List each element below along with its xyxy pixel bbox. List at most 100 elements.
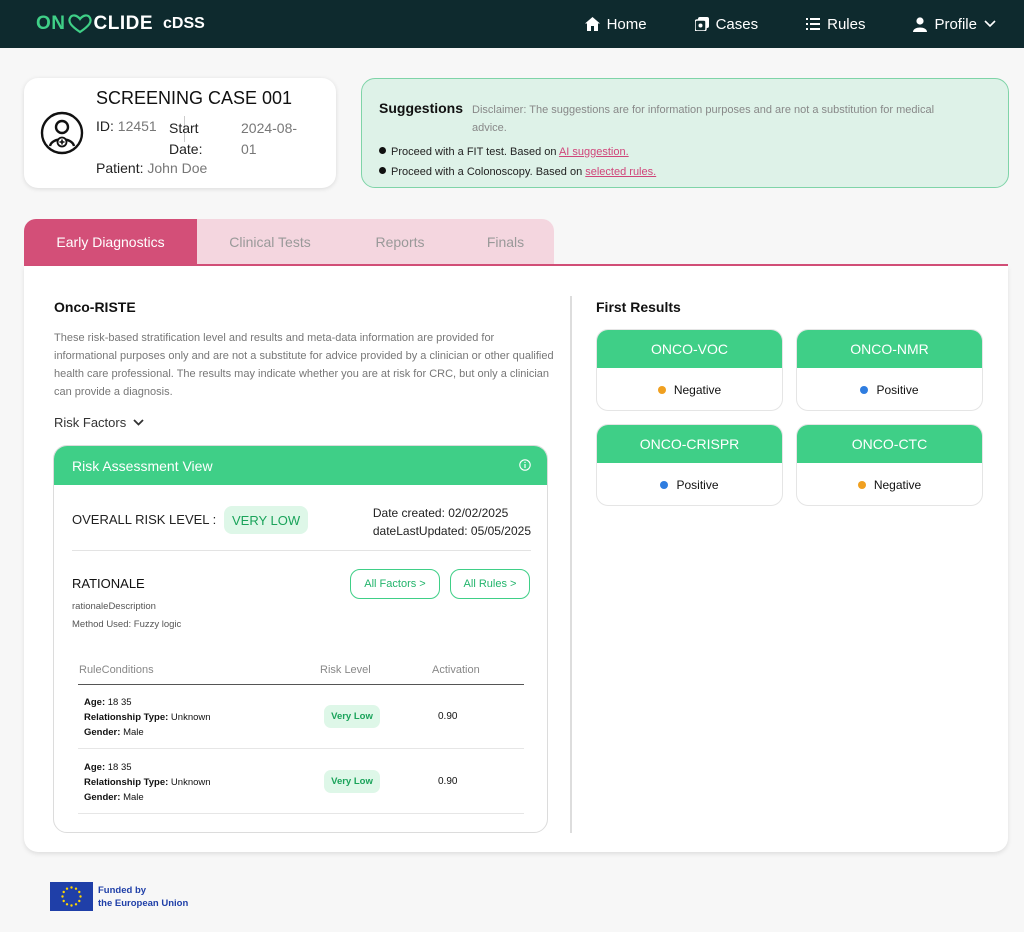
logo-text-clide: CLIDE (93, 13, 153, 34)
suggestions-title: Suggestions (379, 100, 464, 116)
nav-links: Home Cases Rules Profile (537, 0, 996, 48)
result-card-onco-nmr[interactable]: ONCO-NMR Positive (796, 329, 983, 411)
eu-flag-icon (50, 882, 93, 911)
rationale-description: rationaleDescription (72, 601, 156, 612)
nav-cases-label: Cases (715, 15, 759, 33)
chevron-down-icon (133, 419, 144, 426)
case-start-value: 2024-08- 01 (241, 118, 297, 160)
status-dot-icon (857, 481, 866, 489)
assessment-dates: Date created: 02/02/2025 dateLastUpdated… (373, 504, 531, 540)
funding-line-1: Funded by (98, 885, 147, 896)
table-row: Age: 18 35 Relationship Type: Unknown Ge… (78, 685, 524, 749)
result-body: Negative (797, 463, 982, 505)
result-name: ONCO-CRISPR (597, 425, 782, 463)
result-body: Positive (797, 368, 982, 410)
relationship-value: Unknown (168, 777, 211, 788)
start-value-1: 2024-08- (241, 120, 298, 136)
result-name: ONCO-CTC (797, 425, 982, 463)
heart-logo-icon (67, 14, 92, 34)
ai-suggestion-link[interactable]: AI suggestion. (559, 146, 629, 158)
divider (72, 550, 531, 551)
home-icon (584, 17, 600, 31)
list-icon (806, 18, 821, 30)
nav-profile[interactable]: Profile (913, 16, 996, 33)
tab-clinical-tests[interactable]: Clinical Tests (197, 219, 343, 265)
suggestion-item: Proceed with a FIT test. Based on AI sug… (379, 146, 629, 158)
risk-level-badge: Very Low (324, 770, 380, 793)
app-logo[interactable]: ON CLIDE cDSS (36, 13, 205, 35)
nav-rules[interactable]: Rules (806, 16, 865, 33)
overall-risk-badge: VERY LOW (224, 506, 309, 534)
bullet-icon (379, 167, 386, 174)
all-rules-button[interactable]: All Rules > (450, 569, 530, 599)
risk-assessment-card: Risk Assessment View OVERALL RISK LEVEL … (53, 445, 548, 833)
case-start-label: Start Date: (169, 118, 202, 160)
case-patient: Patient: John Doe (96, 160, 207, 176)
user-icon (913, 16, 928, 32)
age-value: 18 35 (105, 697, 132, 708)
age-label: Age: (84, 762, 106, 773)
relationship-label: Relationship Type: (84, 712, 169, 723)
all-factors-button[interactable]: All Factors > (350, 569, 440, 599)
risk-level-badge: Very Low (324, 705, 380, 728)
status-dot-icon (657, 386, 666, 394)
method-used: Method Used: Fuzzy logic (72, 619, 182, 630)
column-header-activation: Activation (432, 664, 480, 676)
case-card: SCREENING CASE 001 ID: 12451 Start Date:… (24, 78, 336, 188)
nav-home[interactable]: Home (584, 16, 647, 33)
chevron-down-icon (984, 20, 996, 28)
disclaimer-line-1: Disclaimer: The suggestions are for info… (472, 104, 935, 116)
start-label-1: Start (169, 120, 199, 136)
riste-title: Onco-RISTE (54, 299, 136, 315)
case-title: SCREENING CASE 001 (96, 88, 293, 108)
result-status: Positive (676, 478, 719, 492)
tab-reports[interactable]: Reports (343, 219, 457, 265)
tab-finals[interactable]: Finals (457, 219, 554, 265)
overall-risk-label: OVERALL RISK LEVEL : (72, 512, 217, 527)
product-name: cDSS (163, 15, 205, 32)
selected-rules-link[interactable]: selected rules. (585, 166, 656, 178)
activation-value: 0.90 (438, 711, 458, 722)
status-dot-icon (860, 386, 869, 394)
early-diagnostics-panel: Onco-RISTE These risk-based stratificati… (24, 266, 1008, 852)
funding-line-2: the European Union (98, 898, 189, 909)
top-nav: ON CLIDE cDSS Home Cases Rules Profile (0, 0, 1024, 48)
age-label: Age: (84, 697, 106, 708)
riste-description: These risk-based stratification level an… (54, 332, 554, 398)
risk-factors-toggle[interactable]: Risk Factors (54, 415, 144, 430)
tab-early-diagnostics[interactable]: Early Diagnostics (24, 219, 197, 265)
result-name: ONCO-NMR (797, 330, 982, 368)
suggestion-text: Proceed with a FIT test. Based on (391, 146, 559, 158)
start-label-2: Date: (169, 141, 203, 157)
result-card-onco-voc[interactable]: ONCO-VOC Negative (596, 329, 783, 411)
risk-assessment-title: Risk Assessment View (72, 457, 213, 474)
gender-value: Male (120, 792, 144, 803)
relationship-label: Relationship Type: (84, 777, 169, 788)
rule-conditions: Age: 18 35 Relationship Type: Unknown Ge… (84, 695, 211, 740)
nav-profile-label: Profile (934, 15, 977, 33)
suggestions-panel: Suggestions Disclaimer: The suggestions … (361, 78, 1009, 188)
funding-text: Funded by the European Union (98, 884, 188, 910)
rule-conditions: Age: 18 35 Relationship Type: Unknown Ge… (84, 760, 211, 805)
gender-value: Male (120, 727, 144, 738)
first-results-title: First Results (596, 299, 681, 315)
logo-text-on: ON (36, 13, 66, 34)
info-icon[interactable] (519, 459, 531, 471)
patient-avatar-icon (40, 111, 84, 155)
result-card-onco-crispr[interactable]: ONCO-CRISPR Positive (596, 424, 783, 506)
result-status: Negative (673, 383, 722, 397)
column-divider (570, 296, 572, 833)
patient-name: John Doe (147, 160, 208, 176)
relationship-value: Unknown (168, 712, 211, 723)
bullet-icon (379, 147, 386, 154)
table-row: Age: 18 35 Relationship Type: Unknown Ge… (78, 750, 524, 814)
main-tabs: Early Diagnostics Clinical Tests Reports… (24, 219, 554, 265)
column-header-rule-conditions: RuleConditions (79, 664, 154, 676)
date-last-updated: dateLastUpdated: 05/05/2025 (372, 524, 531, 538)
result-card-onco-ctc[interactable]: ONCO-CTC Negative (796, 424, 983, 506)
result-status: Positive (876, 383, 919, 397)
age-value: 18 35 (105, 762, 132, 773)
result-status: Negative (873, 478, 922, 492)
nav-cases[interactable]: Cases (694, 15, 759, 33)
activation-value: 0.90 (438, 776, 458, 787)
